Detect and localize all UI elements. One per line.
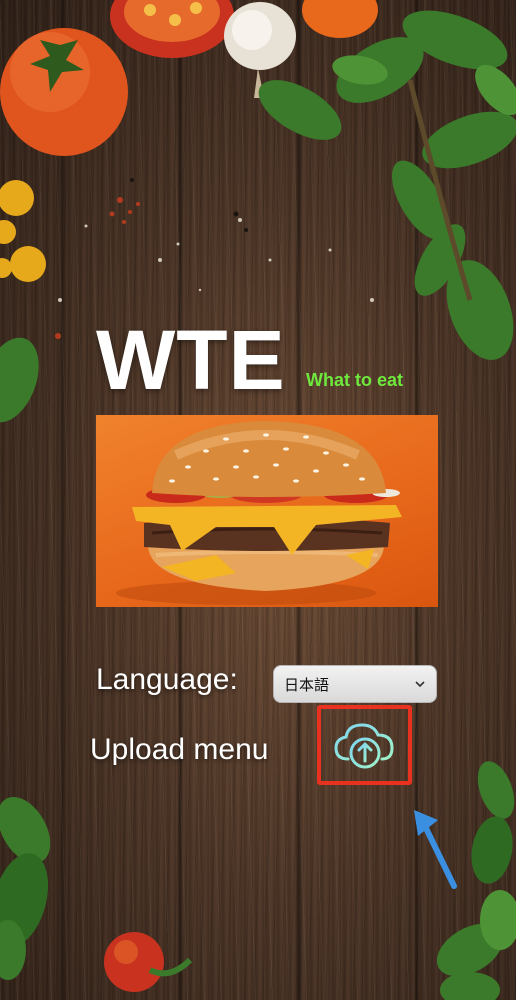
burger-illustration xyxy=(116,421,402,605)
language-label: Language: xyxy=(96,663,238,696)
arrow-icon xyxy=(414,810,457,889)
upload-button[interactable] xyxy=(317,705,412,785)
language-select-value: 日本語 xyxy=(284,675,330,694)
upload-label: Upload menu xyxy=(90,733,269,766)
language-select[interactable]: 日本語 xyxy=(273,665,437,703)
burger-image xyxy=(96,415,438,607)
app-title: WTE xyxy=(96,313,286,407)
app-subtitle: What to eat xyxy=(306,370,403,390)
chevron-down-icon xyxy=(415,681,425,688)
cloud-upload-icon xyxy=(333,723,394,769)
